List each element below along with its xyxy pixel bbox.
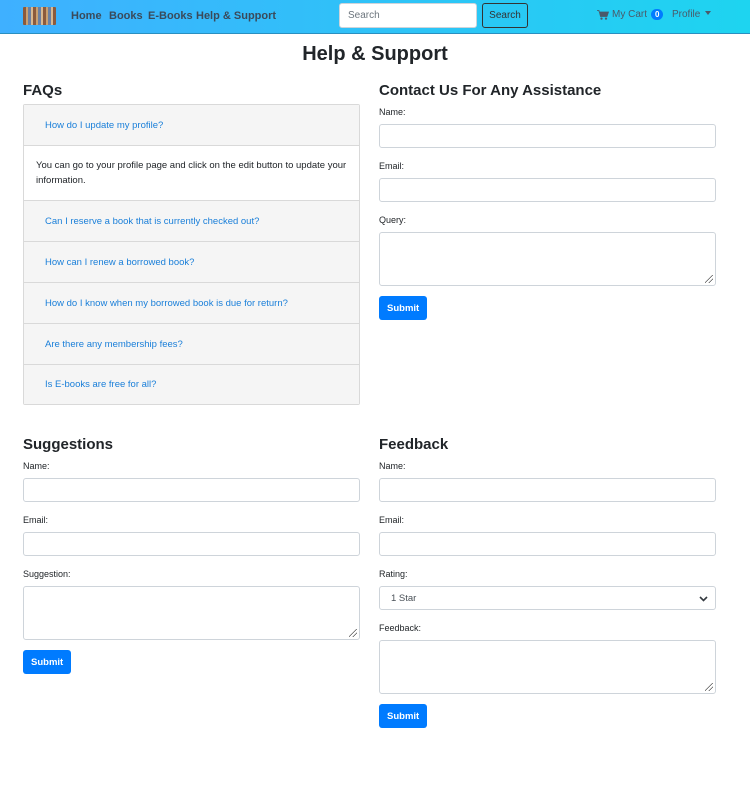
contact-name-label: Name: (379, 107, 406, 117)
nav-help-support[interactable]: Help & Support (196, 10, 276, 22)
contact-email-field[interactable] (379, 178, 716, 202)
feedback-email-label: Email: (379, 515, 405, 525)
profile-dropdown[interactable]: Profile (672, 9, 712, 20)
feedback-name-field[interactable] (379, 478, 716, 502)
feedback-rating-select[interactable]: 1 Star (379, 586, 716, 610)
navbar: Home Books E-Books Help & Support Search… (0, 0, 750, 34)
faq-answer-1: You can go to your profile page and clic… (24, 146, 359, 201)
feedback-textarea[interactable] (379, 640, 716, 694)
faq-question-3[interactable]: How can I renew a borrowed book? (24, 242, 359, 283)
faq-question-1[interactable]: How do I update my profile? (24, 105, 359, 146)
suggestions-submit-button[interactable]: Submit (23, 650, 71, 674)
faq-accordion: How do I update my profile? You can go t… (23, 104, 360, 405)
suggestions-suggestion-label: Suggestion: (23, 569, 71, 579)
feedback-title: Feedback (379, 436, 449, 453)
cart-label: My Cart (612, 9, 647, 20)
suggestions-email-field[interactable] (23, 532, 360, 556)
nav-home[interactable]: Home (71, 10, 102, 22)
contact-name-field[interactable] (379, 124, 716, 148)
faq-title: FAQs (23, 82, 63, 99)
nav-ebooks[interactable]: E-Books (148, 10, 193, 22)
faq-question-5[interactable]: Are there any membership fees? (24, 324, 359, 365)
contact-query-label: Query: (379, 215, 407, 225)
site-logo[interactable] (23, 7, 56, 25)
feedback-rating-label: Rating: (379, 569, 408, 579)
search-button[interactable]: Search (482, 3, 528, 28)
contact-submit-button[interactable]: Submit (379, 296, 427, 320)
suggestions-textarea[interactable] (23, 586, 360, 640)
cart-link[interactable]: My Cart 0 (597, 9, 664, 20)
faq-question-6[interactable]: Is E-books are free for all? (24, 365, 359, 404)
profile-label: Profile (672, 9, 701, 20)
cart-count-badge: 0 (651, 9, 664, 20)
page-title: Help & Support (302, 43, 448, 65)
feedback-email-field[interactable] (379, 532, 716, 556)
feedback-name-label: Name: (379, 461, 406, 471)
suggestions-name-label: Name: (23, 461, 50, 471)
cart-icon (597, 9, 609, 20)
faq-question-4[interactable]: How do I know when my borrowed book is d… (24, 283, 359, 324)
contact-title: Contact Us For Any Assistance (379, 82, 602, 99)
nav-books[interactable]: Books (109, 10, 143, 22)
chevron-down-icon (699, 596, 708, 602)
suggestions-name-field[interactable] (23, 478, 360, 502)
feedback-feedback-label: Feedback: (379, 623, 422, 633)
faq-question-2[interactable]: Can I reserve a book that is currently c… (24, 201, 359, 242)
feedback-submit-button[interactable]: Submit (379, 704, 427, 728)
suggestions-email-label: Email: (23, 515, 49, 525)
suggestions-title: Suggestions (23, 436, 114, 453)
contact-query-textarea[interactable] (379, 232, 716, 286)
chevron-down-icon (705, 11, 712, 15)
contact-email-label: Email: (379, 161, 405, 171)
search-input[interactable] (339, 3, 477, 28)
rating-selected-value: 1 Star (391, 592, 417, 604)
